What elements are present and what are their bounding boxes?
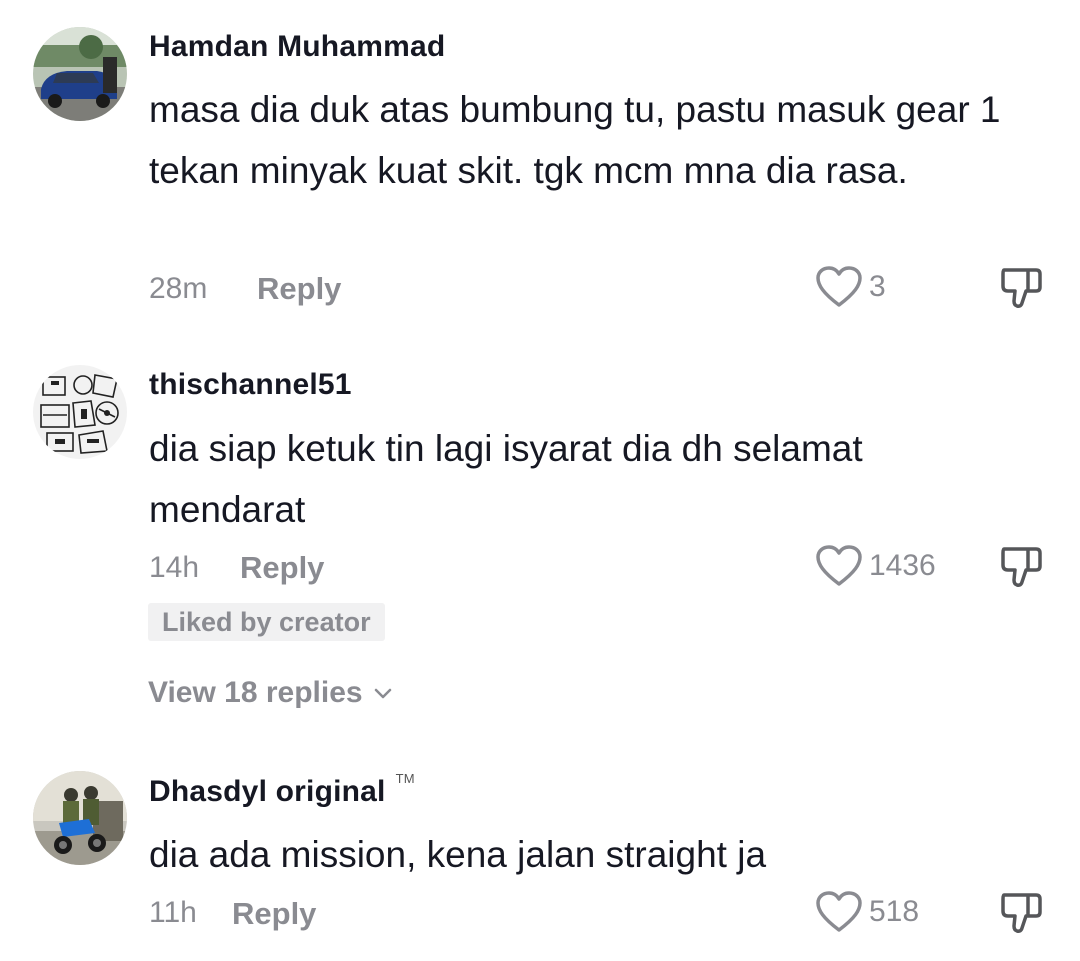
avatar-sketch-illustration-icon xyxy=(33,365,127,459)
comment-time: 14h xyxy=(149,551,200,584)
thumbs-down-icon xyxy=(1001,268,1042,308)
comments-list: Hamdan Muhammad masa dia duk atas bumbun… xyxy=(0,0,1080,961)
like-button[interactable]: 518 xyxy=(815,890,919,934)
comment-text: dia ada mission, kena jalan straight ja xyxy=(149,834,767,875)
dislike-button[interactable] xyxy=(998,544,1044,590)
username[interactable]: Dhasdyl original TM xyxy=(149,771,415,809)
comment-text: dia siap ketuk tin lagi isyarat dia dh s… xyxy=(149,428,863,530)
username-text: Dhasdyl original xyxy=(149,775,386,808)
comment-time: 11h xyxy=(149,896,197,929)
heart-icon xyxy=(816,891,862,932)
reply-button[interactable]: Reply xyxy=(257,271,341,307)
comment-time: 28m xyxy=(149,272,208,305)
avatar[interactable] xyxy=(33,365,127,459)
like-count: 518 xyxy=(869,895,920,928)
like-count: 3 xyxy=(869,270,886,303)
like-button[interactable]: 1436 xyxy=(815,544,936,588)
avatar-car-photo-icon xyxy=(33,27,127,121)
thumbs-down-icon xyxy=(1001,547,1042,587)
like-button[interactable]: 3 xyxy=(815,265,886,309)
thumbs-down-icon xyxy=(1001,893,1042,933)
username[interactable]: Hamdan Muhammad xyxy=(149,30,445,64)
comment-text: masa dia duk atas bumbung tu, pastu masu… xyxy=(149,89,1001,191)
reply-button[interactable]: Reply xyxy=(232,896,316,932)
liked-by-creator-badge: Liked by creator xyxy=(148,603,385,641)
heart-icon xyxy=(816,545,862,586)
like-count: 1436 xyxy=(869,549,936,582)
reply-button[interactable]: Reply xyxy=(240,550,324,586)
avatar-motorcycle-photo-icon xyxy=(33,771,127,865)
trademark-badge: TM xyxy=(395,771,415,786)
chevron-down-icon xyxy=(374,688,391,699)
dislike-button[interactable] xyxy=(998,265,1044,311)
view-replies-button[interactable]: View 18 replies xyxy=(148,676,395,710)
avatar[interactable] xyxy=(33,771,127,865)
avatar[interactable] xyxy=(33,27,127,121)
username[interactable]: thischannel51 xyxy=(149,368,352,402)
view-replies-label: View 18 replies xyxy=(148,676,363,709)
dislike-button[interactable] xyxy=(998,890,1044,936)
heart-icon xyxy=(816,266,862,307)
